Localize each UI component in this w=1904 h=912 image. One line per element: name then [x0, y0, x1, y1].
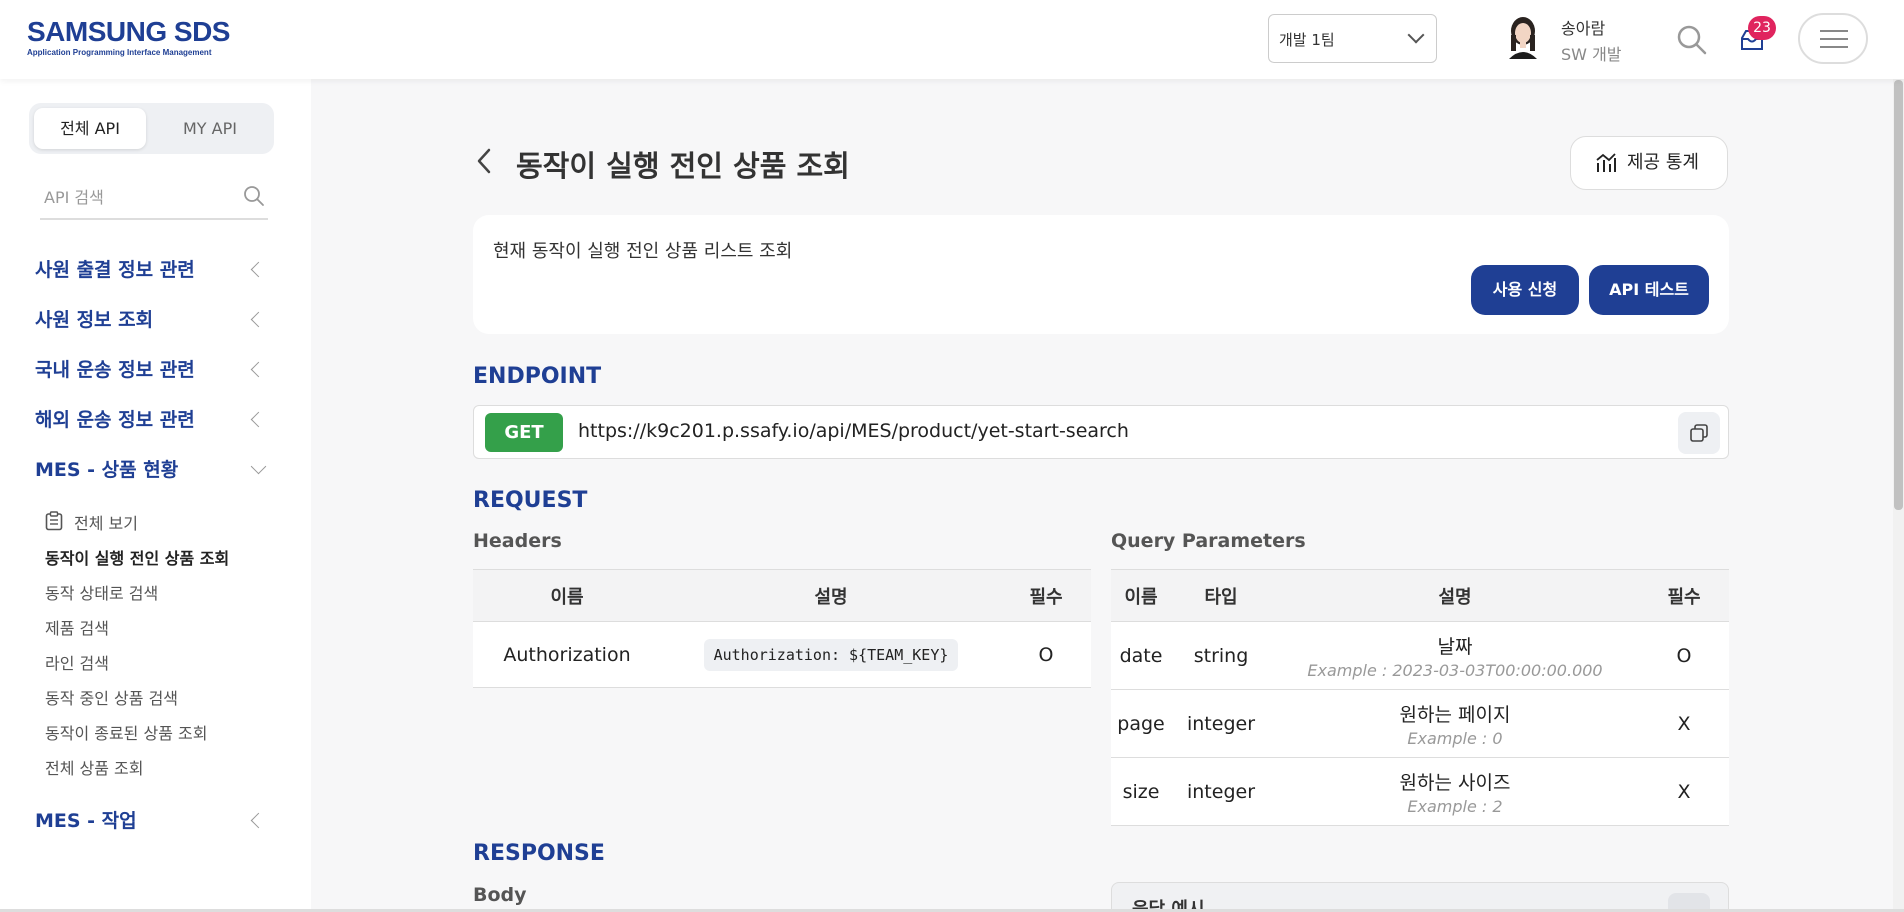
- sidebar-item-in-progress[interactable]: 동작 중인 상품 검색: [45, 685, 178, 709]
- param-description: 원하는 페이지: [1399, 703, 1511, 726]
- param-description: 원하는 사이즈: [1399, 771, 1511, 794]
- tab-my-api[interactable]: MY API: [151, 108, 269, 149]
- search-icon[interactable]: [242, 184, 266, 208]
- param-type: integer: [1171, 689, 1271, 758]
- api-test-button[interactable]: API 테스트: [1589, 265, 1709, 315]
- clipboard-icon: [45, 511, 63, 531]
- body-title: Body: [473, 884, 527, 906]
- nav-group-domestic-shipping[interactable]: 국내 운송 정보 관련: [35, 355, 195, 382]
- nav-group-attendance[interactable]: 사원 출결 정보 관련: [35, 255, 195, 282]
- http-method-badge: GET: [485, 413, 563, 452]
- param-name: page: [1111, 689, 1171, 758]
- copy-icon: [1690, 424, 1708, 442]
- team-select[interactable]: 개발 1팀: [1268, 14, 1437, 63]
- sidebar-item-all-products[interactable]: 전체 상품 조회: [45, 755, 144, 779]
- sidebar-item-status-search[interactable]: 동작 상태로 검색: [45, 580, 158, 604]
- table-header-row: 이름 타입 설명 필수: [1111, 569, 1729, 622]
- response-example-card: 응답 예시: [1111, 882, 1729, 912]
- avatar[interactable]: [1503, 15, 1543, 59]
- nav-group-employee-info[interactable]: 사원 정보 조회: [35, 305, 153, 332]
- sidebar-item-view-all[interactable]: 전체 보기: [74, 510, 138, 534]
- query-params-table: 이름 타입 설명 필수 date string 날짜 Example : 2023…: [1111, 569, 1729, 826]
- sidebar-item-finished[interactable]: 동작이 종료된 상품 조회: [45, 720, 207, 744]
- param-example: Example : 2023-03-03T00:00:00.000: [1307, 660, 1603, 680]
- api-search-box: [40, 180, 268, 220]
- apply-button[interactable]: 사용 신청: [1471, 265, 1579, 315]
- notification-badge: 23: [1748, 16, 1776, 40]
- query-params-title: Query Parameters: [1111, 530, 1306, 552]
- column-header: 이름: [1111, 569, 1171, 622]
- table-row: date string 날짜 Example : 2023-03-03T00:00…: [1111, 621, 1729, 690]
- top-header: SAMSUNG SDS Application Programming Inte…: [0, 0, 1904, 79]
- tab-all-api[interactable]: 전체 API: [34, 108, 146, 149]
- column-header: 이름: [473, 569, 661, 622]
- logo-sub-text: Application Programming Interface Manage…: [27, 48, 212, 57]
- stats-button-label: 제공 통계: [1627, 152, 1699, 173]
- column-header: 설명: [1271, 569, 1639, 622]
- headers-title: Headers: [473, 530, 562, 552]
- nav-group-mes-product[interactable]: MES - 상품 현황: [35, 455, 178, 482]
- logo-main-text: SAMSUNG SDS: [27, 16, 230, 47]
- hamburger-icon: [1820, 30, 1848, 32]
- team-select-value: 개발 1팀: [1279, 31, 1335, 49]
- table-row: Authorization Authorization: ${TEAM_KEY}…: [473, 621, 1091, 688]
- nav-group-mes-work[interactable]: MES - 작업: [35, 806, 137, 833]
- endpoint-url: https://k9c201.p.ssafy.io/api/MES/produc…: [578, 420, 1129, 442]
- column-header: 타입: [1171, 569, 1271, 622]
- required-flag: O: [1001, 621, 1091, 688]
- table-row: size integer 원하는 사이즈 Example : 2 X: [1111, 757, 1729, 826]
- back-arrow-icon[interactable]: [473, 146, 497, 176]
- headers-table: 이름 설명 필수 Authorization Authorization: ${…: [473, 569, 1091, 688]
- param-name: date: [1111, 621, 1171, 690]
- endpoint-bar: GET https://k9c201.p.ssafy.io/api/MES/pr…: [473, 405, 1729, 459]
- sidebar-item-product-search[interactable]: 제품 검색: [45, 615, 109, 639]
- required-flag: X: [1639, 757, 1729, 826]
- nav-group-overseas-shipping[interactable]: 해외 운송 정보 관련: [35, 405, 195, 432]
- column-header: 설명: [661, 569, 1001, 622]
- search-icon: [1677, 25, 1707, 55]
- sidebar-item-line-search[interactable]: 라인 검색: [45, 650, 109, 674]
- chart-icon: [1596, 153, 1616, 172]
- scrollbar-thumb[interactable]: [1894, 80, 1903, 510]
- column-header: 필수: [1639, 569, 1729, 622]
- header-value-code: Authorization: ${TEAM_KEY}: [703, 638, 959, 671]
- request-title: REQUEST: [473, 488, 588, 513]
- table-header-row: 이름 설명 필수: [473, 569, 1091, 622]
- endpoint-title: ENDPOINT: [473, 364, 602, 389]
- api-scope-toggle: 전체 API MY API: [29, 103, 274, 154]
- user-name: 송아람: [1561, 19, 1606, 38]
- required-flag: X: [1639, 689, 1729, 758]
- param-name: size: [1111, 757, 1171, 826]
- page-title: 동작이 실행 전인 상품 조회: [516, 149, 850, 183]
- param-type: string: [1171, 621, 1271, 690]
- hamburger-menu-button[interactable]: [1798, 13, 1868, 64]
- description-card: 현재 동작이 실행 전인 상품 리스트 조회 사용 신청 API 테스트: [473, 215, 1729, 334]
- api-search-input[interactable]: [40, 180, 230, 214]
- chevron-down-icon: [1407, 26, 1425, 44]
- column-header: 필수: [1001, 569, 1091, 622]
- api-description: 현재 동작이 실행 전인 상품 리스트 조회: [493, 241, 793, 262]
- table-row: page integer 원하는 페이지 Example : 0 X: [1111, 689, 1729, 758]
- search-button[interactable]: [1674, 22, 1710, 58]
- required-flag: O: [1639, 621, 1729, 690]
- copy-url-button[interactable]: [1678, 412, 1720, 454]
- sidebar-item-yet-start[interactable]: 동작이 실행 전인 상품 조회: [45, 545, 229, 569]
- param-type: integer: [1171, 757, 1271, 826]
- user-department: SW 개발: [1561, 45, 1622, 64]
- stats-button[interactable]: 제공 통계: [1570, 136, 1728, 190]
- param-example: Example : 0: [1407, 728, 1503, 748]
- header-name: Authorization: [473, 621, 661, 688]
- param-example: Example : 2: [1407, 796, 1503, 816]
- response-title: RESPONSE: [473, 841, 605, 866]
- param-description: 날짜: [1437, 635, 1473, 658]
- samsung-sds-logo[interactable]: SAMSUNG SDS Application Programming Inte…: [27, 16, 230, 57]
